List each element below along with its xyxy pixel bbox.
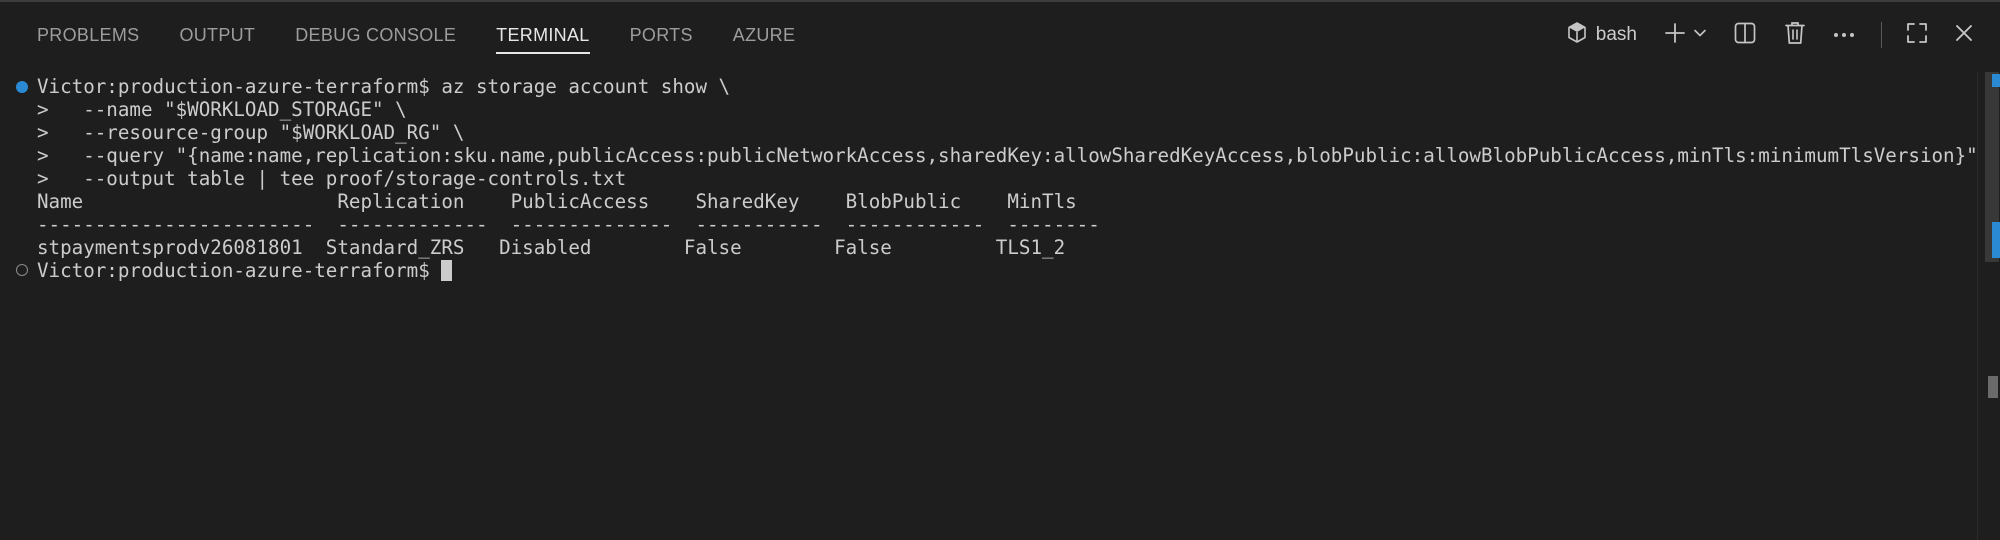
terminal-actions: bash (1566, 2, 1974, 68)
terminal-profile-button[interactable]: bash (1566, 21, 1637, 50)
maximize-panel-icon (1906, 22, 1928, 49)
chevron-down-icon (1693, 26, 1707, 45)
tab-debug-console[interactable]: DEBUG CONSOLE (295, 2, 456, 68)
terminal-scrollbar[interactable] (1977, 72, 2000, 540)
table-header-row: Name Replication PublicAccess SharedKey … (37, 190, 1077, 213)
terminal-dropdown-button[interactable] (1693, 26, 1707, 45)
kill-terminal-button[interactable] (1783, 20, 1807, 51)
tab-terminal[interactable]: TERMINAL (496, 2, 591, 68)
close-icon (1954, 23, 1974, 48)
panel-tabs: PROBLEMS OUTPUT DEBUG CONSOLE TERMINAL P… (37, 2, 835, 68)
tab-ports[interactable]: PORTS (630, 2, 693, 68)
maximize-panel-button[interactable] (1906, 22, 1928, 49)
table-divider-row: ------------------------ ------------- -… (37, 213, 1100, 236)
overview-ruler-marker (1992, 222, 2000, 258)
tab-problems[interactable]: PROBLEMS (37, 2, 139, 68)
terminal-cursor (441, 260, 453, 281)
terminal-profile-label: bash (1595, 24, 1637, 45)
terminal-line: > --name "$WORKLOAD_STORAGE" \ (37, 98, 407, 121)
terminal-line: Victor:production-azure-terraform$ az st… (37, 75, 731, 98)
tab-output[interactable]: OUTPUT (179, 2, 255, 68)
overview-ruler-marker (1992, 74, 2000, 87)
terminal-line: > --output table | tee proof/storage-con… (37, 167, 627, 190)
new-terminal-button[interactable] (1663, 21, 1687, 50)
plus-icon (1663, 21, 1687, 50)
terminal-line: > --resource-group "$WORKLOAD_RG" \ (37, 121, 465, 144)
terminal-shell-icon (1566, 21, 1588, 50)
split-terminal-icon (1733, 21, 1757, 50)
terminal-panel: PROBLEMS OUTPUT DEBUG CONSOLE TERMINAL P… (0, 0, 2000, 540)
panel-tab-bar: PROBLEMS OUTPUT DEBUG CONSOLE TERMINAL P… (0, 2, 2000, 68)
overview-ruler-marker (1988, 376, 1998, 398)
trash-icon (1783, 20, 1807, 51)
table-row: stpaymentsprodv26081801 Standard_ZRS Dis… (37, 236, 1066, 259)
more-actions-button[interactable] (1833, 26, 1855, 44)
ellipsis-icon (1833, 26, 1855, 44)
close-panel-button[interactable] (1954, 23, 1974, 48)
command-success-decoration[interactable] (16, 81, 28, 93)
split-terminal-button[interactable] (1733, 21, 1757, 50)
terminal-viewport[interactable]: Victor:production-azure-terraform$ az st… (0, 72, 2000, 540)
tab-azure[interactable]: AZURE (733, 2, 796, 68)
toolbar-separator (1881, 22, 1882, 48)
command-pending-decoration[interactable] (16, 264, 28, 276)
terminal-prompt: Victor:production-azure-terraform$ (37, 259, 442, 282)
terminal-prompt-line: Victor:production-azure-terraform$ (37, 259, 453, 282)
terminal-line: > --query "{name:name,replication:sku.na… (37, 144, 2000, 167)
